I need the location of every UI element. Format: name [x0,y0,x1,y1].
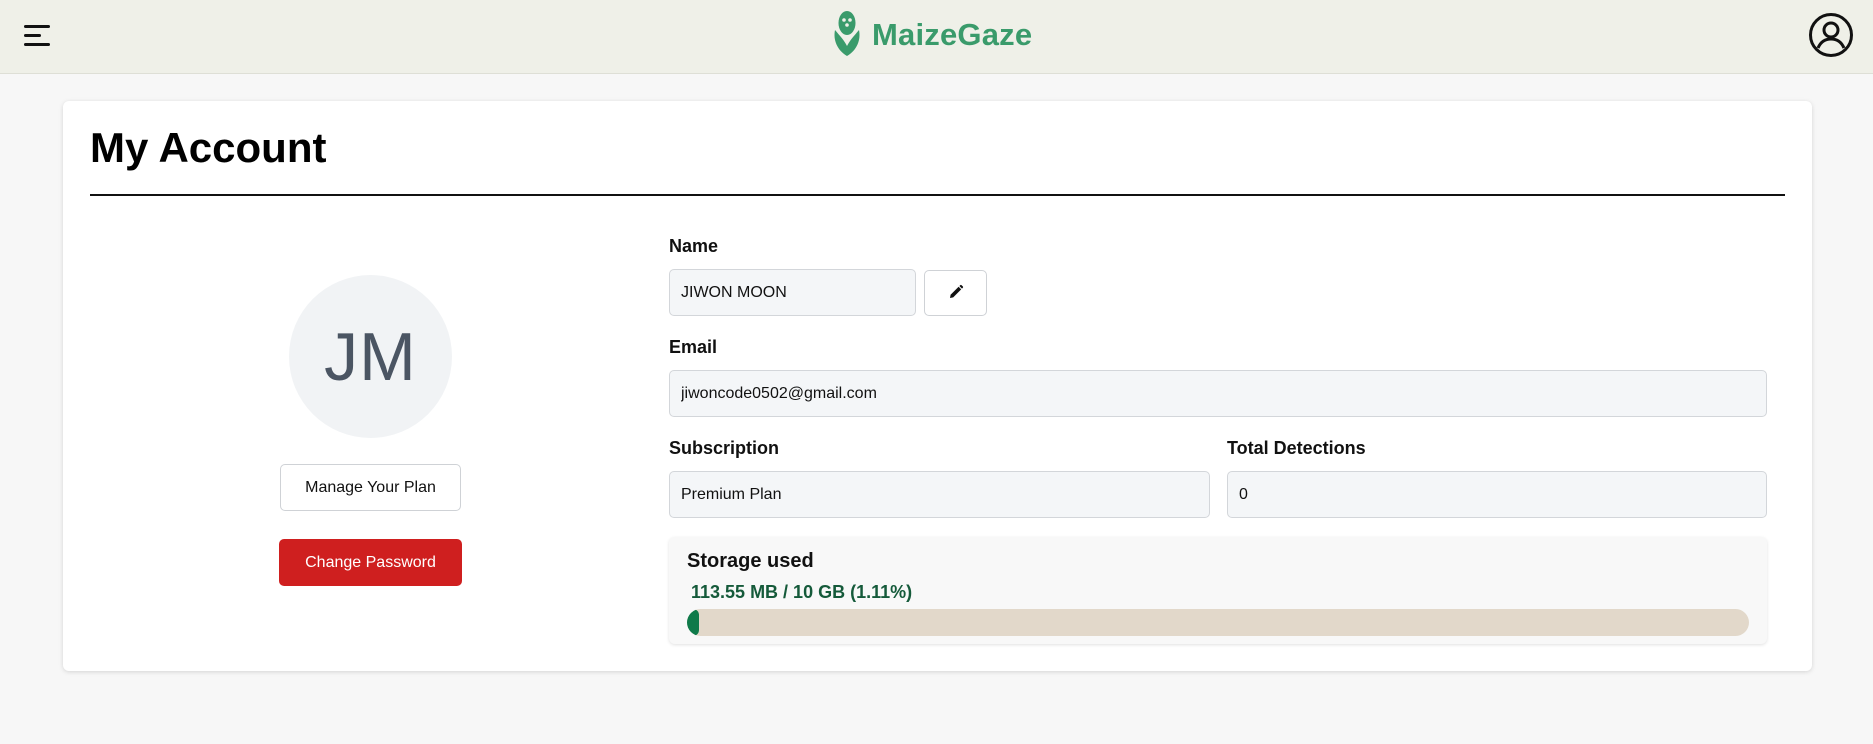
storage-usage-text: 113.55 MB / 10 GB (1.11%) [691,582,913,602]
storage-title: Storage used [687,550,814,572]
hamburger-menu-icon[interactable] [24,19,54,53]
subscription-label: Subscription [669,438,780,458]
page-title: My Account [90,124,327,171]
manage-plan-button[interactable]: Manage Your Plan [280,464,461,511]
storage-progress-track [687,609,1749,636]
user-circle-icon[interactable] [1808,12,1854,58]
total-detections-field[interactable] [1227,471,1767,518]
total-detections-label: Total Detections [1227,438,1366,458]
top-navigation-bar: MaizeGaze [0,0,1873,74]
brand-name: MaizeGaze [872,17,1033,52]
email-label: Email [669,337,718,357]
brand-logo[interactable]: MaizeGaze [832,10,1032,60]
pencil-icon [948,284,964,303]
storage-progress-fill [687,609,699,636]
change-password-button[interactable]: Change Password [279,539,462,586]
edit-name-button[interactable] [924,270,987,316]
subscription-field[interactable] [669,471,1210,518]
storage-panel: Storage used 113.55 MB / 10 GB (1.11%) [669,537,1767,644]
email-field[interactable] [669,370,1767,417]
title-divider [90,194,1785,196]
name-label: Name [669,236,719,256]
name-field[interactable] [669,269,916,316]
corn-logo-icon [832,10,862,61]
account-card: My Account JM Manage Your Plan Change Pa… [63,101,1812,671]
avatar: JM [289,275,452,438]
